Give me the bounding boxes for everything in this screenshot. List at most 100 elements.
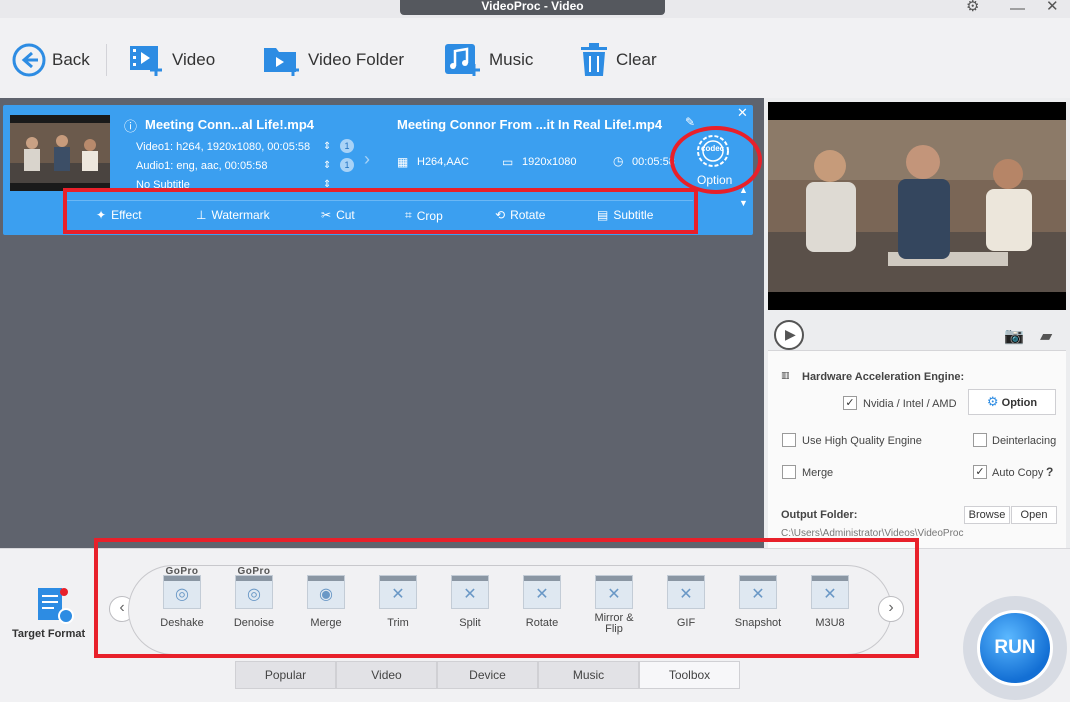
wrench-icon: ✕ — [595, 575, 633, 609]
rotate-button[interactable]: ⟲ Rotate — [495, 208, 545, 222]
output-file-name[interactable]: Meeting Connor From ...it In Real Life!.… — [397, 117, 662, 132]
video-label: Video — [172, 50, 216, 69]
wrench-icon: ✕ — [451, 575, 489, 609]
auto-copy-checkbox[interactable]: ✓ — [973, 465, 987, 479]
hw-accel-checkbox[interactable]: ✓ — [843, 396, 857, 410]
tool-label: Snapshot — [734, 617, 782, 629]
merge-checkbox[interactable] — [782, 465, 796, 479]
watermark-button[interactable]: ⊥ Watermark — [196, 208, 270, 222]
close-window-icon[interactable]: ✕ — [1046, 0, 1059, 14]
subtitle-track-spinner-icon[interactable]: ⇕ — [323, 179, 331, 190]
clear-button[interactable]: Clear — [578, 40, 657, 80]
output-path[interactable]: C:\Users\Administrator\Videos\VideoProc — [781, 528, 964, 539]
play-icon: ▶ — [785, 326, 796, 342]
wrench-icon: ✕ — [667, 575, 705, 609]
deinterlacing-checkbox[interactable] — [973, 433, 987, 447]
edit-name-icon[interactable]: ✎ — [685, 115, 695, 129]
crop-button[interactable]: ⌗ Crop — [405, 208, 443, 223]
tool-snapshot[interactable]: ✕ Snapshot — [723, 575, 793, 629]
wrench-icon: ✕ — [811, 575, 849, 609]
tab-toolbox[interactable]: Toolbox — [639, 661, 740, 689]
merge-label: Merge — [802, 467, 834, 479]
chevron-right-icon: › — [364, 149, 370, 169]
main-toolbar: Back Video Video Folder Music Clear — [0, 18, 1070, 98]
chip-icon: ▥ — [781, 370, 790, 380]
effect-label: Effect — [111, 208, 142, 222]
remove-file-icon[interactable]: ✕ — [737, 105, 748, 121]
move-down-icon[interactable]: ▼ — [739, 198, 748, 208]
cut-label: Cut — [336, 208, 355, 222]
video-track-info[interactable]: Video1: h264, 1920x1080, 00:05:58 — [136, 141, 310, 153]
add-music-button[interactable]: Music — [443, 40, 533, 80]
stamp-icon: ⊥ — [196, 208, 207, 222]
clock-icon: ◷ — [613, 154, 624, 168]
scissors-icon: ✂ — [321, 208, 332, 222]
output-codec: H264,AAC — [417, 156, 469, 168]
run-button[interactable]: RUN — [977, 610, 1053, 686]
hw-option-button[interactable]: ⚙ Option — [968, 389, 1056, 415]
tool-mirror-flip[interactable]: ✕ Mirror & Flip — [579, 575, 649, 635]
watermark-label: Watermark — [211, 208, 270, 222]
tool-split[interactable]: ✕ Split — [435, 575, 505, 629]
codec-option-button[interactable]: codec — [695, 133, 731, 169]
music-label: Music — [489, 50, 534, 69]
codec-option-label[interactable]: Option — [697, 173, 732, 187]
open-button[interactable]: Open — [1011, 506, 1057, 524]
codec-film-icon: ▦ — [397, 155, 409, 169]
audio-track-info[interactable]: Audio1: eng, aac, 00:05:58 — [136, 160, 268, 172]
cut-button[interactable]: ✂ Cut — [321, 208, 355, 222]
tool-gif[interactable]: ✕ GIF — [651, 575, 721, 629]
folder-add-icon — [264, 48, 299, 76]
tool-trim[interactable]: ✕ Trim — [363, 575, 433, 629]
merge-icon: ◉ — [307, 575, 345, 609]
video-file-card[interactable]: ⓘ Meeting Conn...al Life!.mp4 Video1: h2… — [3, 105, 753, 235]
tab-video[interactable]: Video — [336, 661, 437, 689]
tool-rotate[interactable]: ✕ Rotate — [507, 575, 577, 629]
subtitle-button[interactable]: ▤ Subtitle — [597, 208, 653, 222]
help-icon[interactable]: ? — [1046, 465, 1053, 479]
video-preview[interactable] — [768, 102, 1066, 310]
tool-denoise[interactable]: GoPro ◎ Denoise — [219, 566, 289, 629]
toolbar-divider — [106, 44, 107, 76]
settings-gear-icon[interactable]: ⚙ — [966, 0, 979, 14]
toolbox-next-button[interactable]: › — [878, 596, 904, 622]
back-button[interactable]: Back — [12, 40, 90, 80]
high-quality-label: Use High Quality Engine — [802, 435, 922, 447]
tool-merge[interactable]: ◉ Merge — [291, 575, 361, 629]
info-icon[interactable]: ⓘ — [124, 116, 137, 135]
source-file-name: Meeting Conn...al Life!.mp4 — [145, 117, 315, 132]
tab-device[interactable]: Device — [437, 661, 538, 689]
tab-music[interactable]: Music — [538, 661, 639, 689]
target-format-icon[interactable] — [36, 586, 76, 626]
hw-option-label: Option — [1001, 397, 1038, 409]
add-video-folder-button[interactable]: Video Folder — [262, 40, 404, 80]
open-folder-icon[interactable]: ▰ — [1040, 326, 1052, 346]
video-track-spinner-icon[interactable]: ⇕ — [323, 141, 331, 152]
effect-button[interactable]: ✦ Effect — [96, 208, 142, 222]
video-thumbnail[interactable] — [10, 115, 110, 191]
wrench-icon: ✕ — [379, 575, 417, 609]
audio-track-count: 1 — [340, 158, 354, 172]
browse-button[interactable]: Browse — [964, 506, 1010, 524]
output-duration: 00:05:58 — [632, 156, 675, 168]
chevron-left-icon: ‹ — [119, 599, 125, 616]
back-arrow-icon — [12, 43, 46, 77]
move-up-icon[interactable]: ▲ — [739, 185, 748, 195]
crop-label: Crop — [416, 208, 443, 223]
tool-m3u8[interactable]: ✕ M3U8 — [795, 575, 865, 629]
video-add-icon — [130, 46, 162, 76]
high-quality-checkbox[interactable] — [782, 433, 796, 447]
resolution-icon: ▭ — [502, 155, 514, 169]
tool-label: Deshake — [160, 617, 204, 629]
play-button[interactable]: ▶ — [774, 320, 804, 350]
audio-track-spinner-icon[interactable]: ⇕ — [323, 160, 331, 171]
tool-deshake[interactable]: GoPro ◎ Deshake — [147, 566, 217, 629]
output-resolution: 1920x1080 — [522, 156, 577, 168]
minimize-icon[interactable]: — — [1010, 1, 1025, 16]
camera-snapshot-icon[interactable]: 📷 — [1004, 326, 1024, 346]
tab-popular[interactable]: Popular — [235, 661, 336, 689]
add-video-button[interactable]: Video — [128, 40, 215, 80]
video-track-count: 1 — [340, 139, 354, 153]
tool-label: GIF — [676, 617, 696, 629]
subtitle-track-info[interactable]: No Subtitle — [136, 179, 190, 191]
